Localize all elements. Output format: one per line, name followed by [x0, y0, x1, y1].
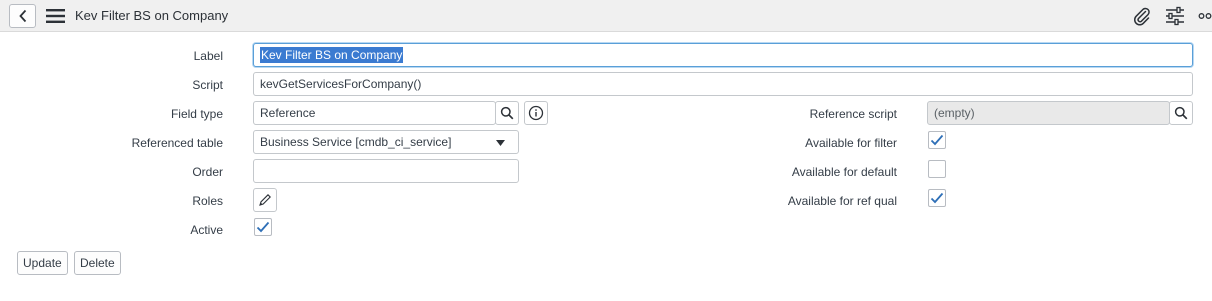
- form-header: Kev Filter BS on Company: [0, 0, 1212, 32]
- more-options-icon[interactable]: [1198, 6, 1212, 26]
- referenced-table-label: Referenced table: [131, 136, 223, 150]
- hamburger-menu-icon[interactable]: [46, 9, 66, 23]
- script-field-label: Script: [192, 78, 223, 92]
- label-field-label: Label: [193, 49, 223, 63]
- pencil-icon: [259, 194, 271, 206]
- active-label: Active: [190, 223, 223, 237]
- roles-edit-button[interactable]: [253, 188, 277, 212]
- available-for-default-checkbox[interactable]: [928, 160, 946, 178]
- search-icon: [1174, 106, 1188, 120]
- checkmark-icon: [930, 134, 944, 146]
- checkmark-icon: [930, 192, 944, 204]
- label-input-value: Kev Filter BS on Company: [260, 47, 404, 63]
- field-type-info-button[interactable]: [524, 101, 548, 125]
- roles-label: Roles: [192, 194, 223, 208]
- referenced-table-value: Business Service [cmdb_ci_service]: [260, 135, 452, 149]
- script-input[interactable]: kevGetServicesForCompany(): [253, 72, 1193, 96]
- back-arrow-icon: [18, 9, 26, 23]
- available-for-filter-checkbox[interactable]: [928, 131, 946, 149]
- available-for-ref-qual-checkbox[interactable]: [928, 189, 946, 207]
- reference-script-lookup-button[interactable]: [1169, 101, 1193, 125]
- dropdown-arrow-icon: [496, 140, 505, 146]
- field-type-input[interactable]: Reference: [253, 101, 496, 125]
- back-button[interactable]: [9, 4, 36, 28]
- settings-sliders-icon[interactable]: [1164, 6, 1186, 26]
- available-for-filter-label: Available for filter: [805, 136, 897, 150]
- form-title: Kev Filter BS on Company: [75, 8, 229, 23]
- available-for-ref-qual-label: Available for ref qual: [787, 194, 897, 208]
- delete-button[interactable]: Delete: [74, 251, 121, 275]
- paperclip-icon[interactable]: [1132, 6, 1152, 26]
- reference-script-input: (empty): [927, 101, 1170, 125]
- checkmark-icon: [256, 221, 270, 233]
- available-for-default-label: Available for default: [791, 165, 897, 179]
- referenced-table-select[interactable]: Business Service [cmdb_ci_service]: [253, 130, 519, 154]
- order-label: Order: [192, 165, 223, 179]
- order-input[interactable]: [253, 159, 519, 183]
- reference-script-label: Reference script: [809, 107, 897, 121]
- active-checkbox[interactable]: [254, 218, 272, 236]
- search-icon: [500, 106, 514, 120]
- field-type-lookup-button[interactable]: [495, 101, 519, 125]
- info-icon: [528, 105, 544, 121]
- label-input[interactable]: Kev Filter BS on Company: [253, 43, 1193, 67]
- update-button[interactable]: Update: [17, 251, 68, 275]
- field-type-label: Field type: [170, 107, 223, 121]
